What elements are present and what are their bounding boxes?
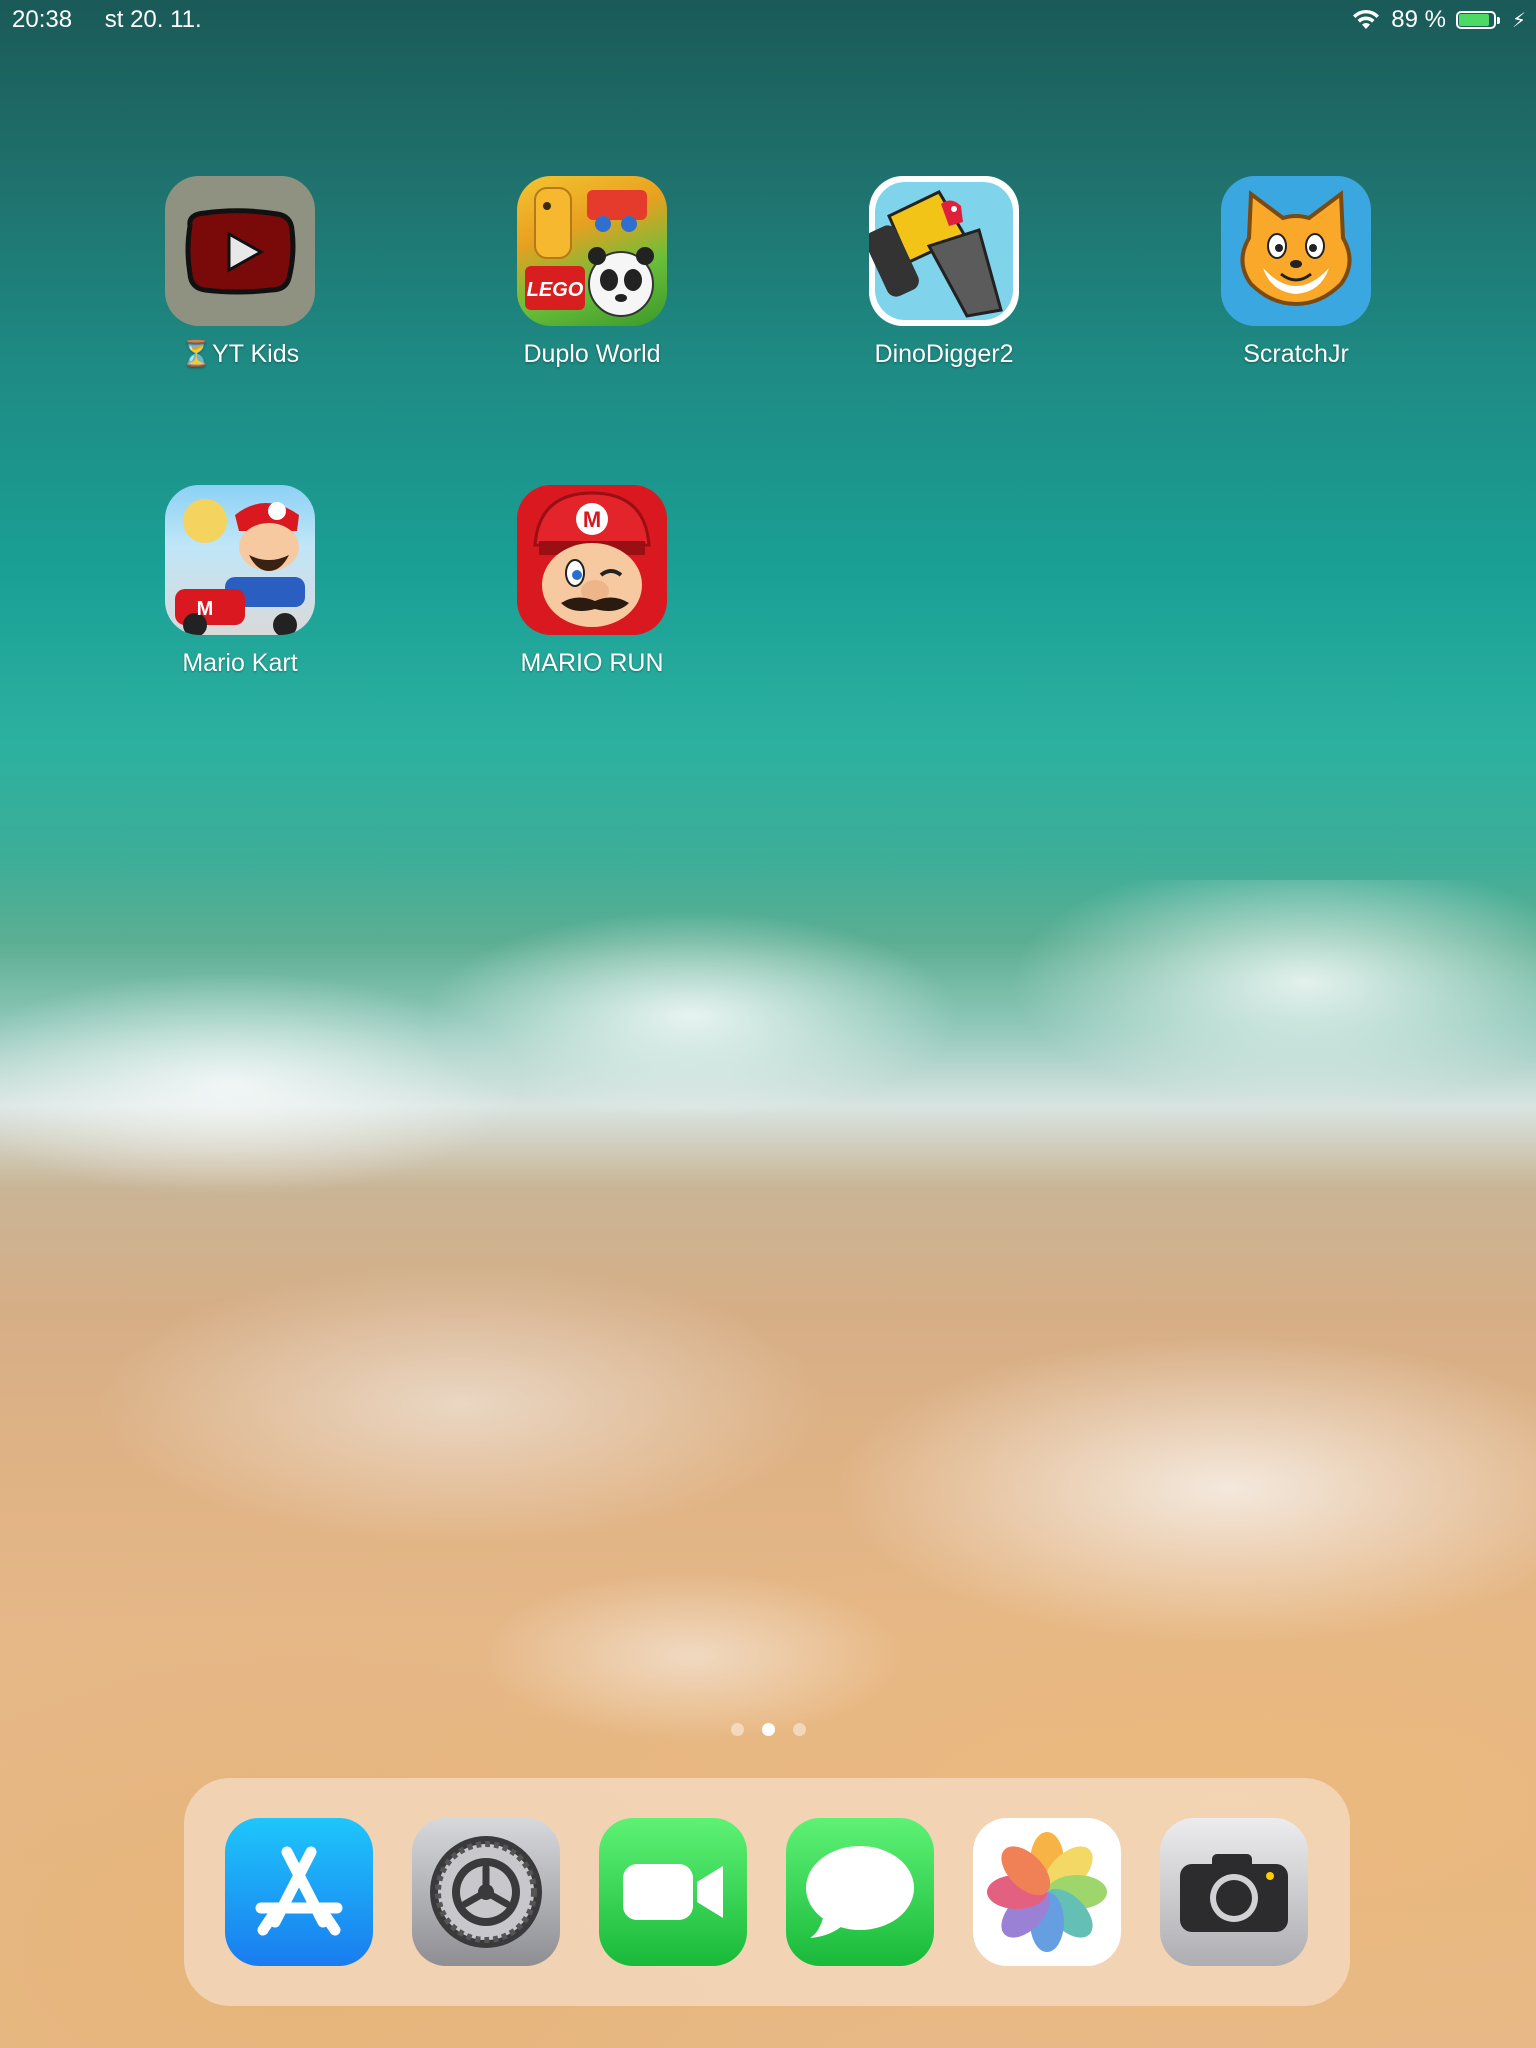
- camera-icon[interactable]: [1160, 1818, 1308, 1966]
- dock: [184, 1778, 1350, 2006]
- mario-run-icon: M: [517, 485, 667, 635]
- app-label: ScratchJr: [1243, 340, 1349, 368]
- status-date: st 20. 11.: [104, 6, 202, 33]
- svg-text:M: M: [583, 507, 601, 532]
- app-scratchjr[interactable]: ScratchJr: [1176, 176, 1416, 369]
- svg-text:LEGO: LEGO: [527, 279, 584, 301]
- app-label: Duplo World: [523, 340, 661, 368]
- app-duplo-world[interactable]: LEGO Duplo World: [472, 176, 712, 369]
- app-dinodigger2[interactable]: DinoDigger2: [824, 176, 1064, 369]
- app-store-icon[interactable]: [225, 1818, 373, 1966]
- page-indicator[interactable]: [0, 1723, 1536, 1736]
- app-label: Mario Kart: [182, 649, 298, 677]
- charging-bolt-icon: ⚡: [1511, 9, 1526, 32]
- facetime-icon[interactable]: [599, 1818, 747, 1966]
- svg-text:M: M: [197, 598, 214, 620]
- app-label: DinoDigger2: [874, 340, 1014, 368]
- messages-icon[interactable]: [786, 1818, 934, 1966]
- wallpaper-foam: [0, 880, 1536, 1220]
- app-yt-kids[interactable]: ⏳YT Kids: [120, 176, 360, 369]
- page-dot-current[interactable]: [761, 1723, 775, 1736]
- youtube-kids-icon: [165, 176, 315, 326]
- page-dot[interactable]: [792, 1723, 806, 1736]
- status-time: 20:38: [12, 6, 73, 33]
- app-label: ⏳YT Kids: [180, 340, 300, 368]
- dino-digger-icon: [869, 176, 1019, 326]
- settings-gear-icon[interactable]: [412, 1818, 560, 1966]
- battery-percent: 89 %: [1391, 6, 1446, 33]
- app-mario-kart[interactable]: M Mario Kart: [120, 485, 360, 678]
- photos-icon[interactable]: [973, 1818, 1121, 1966]
- battery-icon: [1455, 9, 1502, 31]
- mario-kart-icon: M: [165, 485, 315, 635]
- app-mario-run[interactable]: M MARIO RUN: [472, 485, 712, 678]
- wallpaper-foam: [0, 1180, 1536, 1740]
- scratchjr-cat-icon: [1221, 176, 1371, 326]
- status-bar: 20:38 st 20. 11. 89 % ⚡: [0, 0, 1536, 40]
- page-dot[interactable]: [730, 1723, 744, 1736]
- duplo-world-icon: LEGO: [517, 176, 667, 326]
- app-label: MARIO RUN: [520, 649, 664, 677]
- wifi-icon: [1353, 9, 1380, 29]
